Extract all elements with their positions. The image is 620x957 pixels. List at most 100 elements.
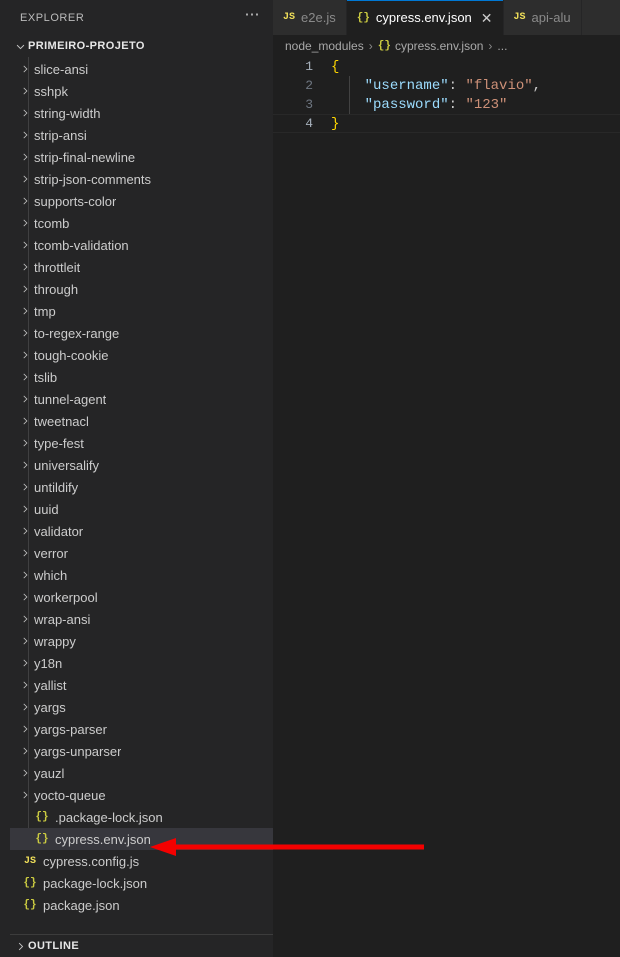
tree-item-label: strip-json-comments — [34, 171, 152, 187]
tree-folder-universalify[interactable]: universalify — [10, 454, 273, 476]
tree-folder-throttleit[interactable]: throttleit — [10, 256, 273, 278]
line-number: 3 — [305, 97, 313, 112]
tree-item-label: tweetnacl — [34, 413, 89, 429]
tree-file-.package-lock.json[interactable]: {} .package-lock.json — [10, 806, 273, 828]
tree-folder-tmp[interactable]: tmp — [10, 300, 273, 322]
tree-folder-verror[interactable]: verror — [10, 542, 273, 564]
chevron-right-icon — [18, 394, 32, 404]
tree-item-label: tcomb-validation — [34, 237, 129, 253]
tree-folder-yallist[interactable]: yallist — [10, 674, 273, 696]
tree-item-label: yargs-parser — [34, 721, 107, 737]
tree-folder-through[interactable]: through — [10, 278, 273, 300]
tab-e2e-js[interactable]: JS e2e.js — [273, 0, 347, 35]
tree-item-label: y18n — [34, 655, 63, 671]
tree-folder-strip-final-newline[interactable]: strip-final-newline — [10, 146, 273, 168]
chevron-right-icon — [18, 614, 32, 624]
tree-folder-tough-cookie[interactable]: tough-cookie — [10, 344, 273, 366]
tree-folder-y18n[interactable]: y18n — [10, 652, 273, 674]
chevron-right-icon — [18, 130, 32, 140]
tree-item-label: through — [34, 281, 79, 297]
tree-item-label: tmp — [34, 303, 56, 319]
tree-folder-uuid[interactable]: uuid — [10, 498, 273, 520]
tree-file-cypress.config.js[interactable]: JS cypress.config.js — [10, 850, 273, 872]
chevron-right-icon — [18, 504, 32, 514]
breadcrumb-file[interactable]: cypress.env.json — [395, 39, 483, 53]
chevron-right-icon — [18, 416, 32, 426]
tree-folder-string-width[interactable]: string-width — [10, 102, 273, 124]
line-number: 2 — [305, 78, 313, 93]
tree-folder-tcomb-validation[interactable]: tcomb-validation — [10, 234, 273, 256]
code-text: "password": "123" — [331, 96, 508, 113]
chevron-right-icon — [18, 240, 32, 250]
tree-item-label: package.json — [43, 897, 120, 913]
chevron-right-icon — [18, 196, 32, 206]
chevron-right-icon — [18, 306, 32, 316]
tree-item-label: tslib — [34, 369, 58, 385]
tree-item-label: yargs-unparser — [34, 743, 122, 759]
json-key: "username" — [364, 77, 449, 94]
tab-bar[interactable]: JS e2e.js {} cypress.env.json ✕ JS api-alu — [273, 0, 620, 35]
breadcrumb-separator: › — [368, 39, 373, 53]
tab-api-alu[interactable]: JS api-alu — [503, 0, 582, 35]
close-icon[interactable]: ✕ — [481, 11, 493, 25]
code-line-2: 2 "username": "flavio", — [273, 76, 620, 95]
tree-folder-tcomb[interactable]: tcomb — [10, 212, 273, 234]
tree-file-package-lock.json[interactable]: {} package-lock.json — [10, 872, 273, 894]
tree-folder-slice-ansi[interactable]: slice-ansi — [10, 58, 273, 80]
ellipsis-icon[interactable]: ⋯ — [245, 7, 262, 25]
tree-item-label: uuid — [34, 501, 59, 517]
tree-folder-yocto-queue[interactable]: yocto-queue — [10, 784, 273, 806]
tree-folder-yargs-parser[interactable]: yargs-parser — [10, 718, 273, 740]
explorer-sidebar: EXPLORER ⋯ PRIMEIRO-PROJETO slice-ansi ss… — [10, 0, 273, 957]
code-text: } — [331, 116, 339, 132]
code-editor[interactable]: 1 { 2 "username": "flavio", 3 "password"… — [273, 57, 620, 957]
json-icon: {} — [23, 899, 37, 911]
json-key: "password" — [364, 96, 449, 113]
tree-item-label: yallist — [34, 677, 67, 693]
outline-section-header[interactable]: OUTLINE — [10, 935, 273, 957]
tree-folder-yargs[interactable]: yargs — [10, 696, 273, 718]
tree-folder-untildify[interactable]: untildify — [10, 476, 273, 498]
tab-cypress-env-json[interactable]: {} cypress.env.json ✕ — [346, 0, 504, 35]
tree-folder-yargs-unparser[interactable]: yargs-unparser — [10, 740, 273, 762]
tree-folder-type-fest[interactable]: type-fest — [10, 432, 273, 454]
tree-folder-sshpk[interactable]: sshpk — [10, 80, 273, 102]
tree-folder-tunnel-agent[interactable]: tunnel-agent — [10, 388, 273, 410]
tree-item-label: package-lock.json — [43, 875, 148, 891]
js-icon: JS — [283, 12, 296, 23]
chevron-right-icon — [18, 108, 32, 118]
breadcrumb[interactable]: node_modules › {} cypress.env.json › ... — [273, 35, 620, 57]
code-line-3: 3 "password": "123" — [273, 95, 620, 114]
chevron-right-icon — [18, 372, 32, 382]
outline-label: OUTLINE — [28, 940, 80, 952]
tree-folder-tslib[interactable]: tslib — [10, 366, 273, 388]
breadcrumb-overflow[interactable]: ... — [497, 39, 507, 53]
tree-folder-workerpool[interactable]: workerpool — [10, 586, 273, 608]
breadcrumb-root[interactable]: node_modules — [285, 39, 364, 53]
json-icon: {} — [35, 833, 49, 845]
tree-folder-which[interactable]: which — [10, 564, 273, 586]
chevron-right-icon — [18, 460, 32, 470]
code-line-4: 4 } — [273, 114, 620, 133]
tree-folder-strip-ansi[interactable]: strip-ansi — [10, 124, 273, 146]
file-tree[interactable]: slice-ansi sshpk string-width strip-ansi str… — [10, 57, 273, 934]
tree-item-label: throttleit — [34, 259, 81, 275]
tree-folder-tweetnacl[interactable]: tweetnacl — [10, 410, 273, 432]
tree-folder-supports-color[interactable]: supports-color — [10, 190, 273, 212]
colon: : — [448, 77, 458, 94]
tree-file-package.json[interactable]: {} package.json — [10, 894, 273, 916]
chevron-right-icon — [18, 790, 32, 800]
tree-item-label: string-width — [34, 105, 101, 121]
tree-folder-to-regex-range[interactable]: to-regex-range — [10, 322, 273, 344]
tree-folder-wrappy[interactable]: wrappy — [10, 630, 273, 652]
tree-folder-wrap-ansi[interactable]: wrap-ansi — [10, 608, 273, 630]
tree-file-cypress.env.json[interactable]: {} cypress.env.json — [10, 828, 273, 850]
chevron-right-icon — [18, 86, 32, 96]
chevron-right-icon — [18, 284, 32, 294]
tree-folder-validator[interactable]: validator — [10, 520, 273, 542]
tree-folder-strip-json-comments[interactable]: strip-json-comments — [10, 168, 273, 190]
tree-folder-yauzl[interactable]: yauzl — [10, 762, 273, 784]
chevron-right-icon — [12, 938, 28, 954]
project-root-row[interactable]: PRIMEIRO-PROJETO — [10, 35, 273, 57]
tree-item-label: tough-cookie — [34, 347, 109, 363]
